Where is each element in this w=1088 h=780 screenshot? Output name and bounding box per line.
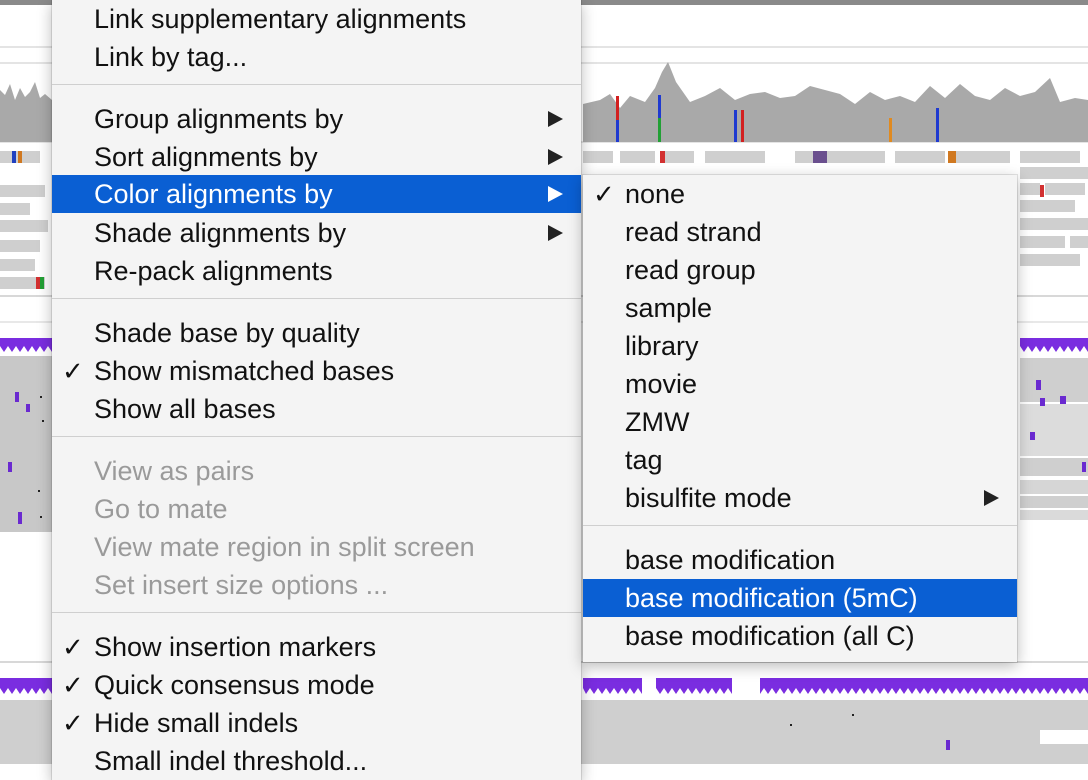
- menu-item-label: tag: [625, 445, 663, 475]
- menu-item-link-supplementary-alignments[interactable]: Link supplementary alignments: [52, 0, 581, 38]
- submenu-item-tag[interactable]: tag: [583, 441, 1017, 479]
- submenu-arrow-icon: [548, 149, 563, 165]
- menu-item-label: Color alignments by: [94, 179, 333, 209]
- submenu-item-read-strand[interactable]: read strand: [583, 213, 1017, 251]
- menu-item-go-to-mate: Go to mate: [52, 490, 581, 528]
- menu-item-label: base modification (5mC): [625, 583, 918, 613]
- menu-item-label: movie: [625, 369, 698, 399]
- submenu-item-bisulfite-mode[interactable]: bisulfite mode: [583, 479, 1017, 517]
- menu-item-link-by-tag[interactable]: Link by tag...: [52, 38, 581, 76]
- submenu-arrow-icon: [984, 490, 999, 506]
- menu-item-show-insertion-markers[interactable]: ✓ Show insertion markers: [52, 628, 581, 666]
- checkmark-icon: ✓: [62, 632, 84, 662]
- menu-item-view-mate-region-split-screen: View mate region in split screen: [52, 528, 581, 566]
- menu-item-label: Group alignments by: [94, 104, 344, 134]
- menu-item-label: read group: [625, 255, 756, 285]
- checkmark-icon: ✓: [62, 670, 84, 700]
- menu-item-label: Show all bases: [94, 394, 276, 424]
- menu-item-group-alignments-by[interactable]: Group alignments by: [52, 100, 581, 138]
- menu-item-label: Show insertion markers: [94, 632, 377, 662]
- submenu-item-zmw[interactable]: ZMW: [583, 403, 1017, 441]
- color-alignments-by-submenu: ✓ none read strand read group sample lib…: [583, 175, 1017, 662]
- menu-item-label: Go to mate: [94, 494, 228, 524]
- submenu-item-none[interactable]: ✓ none: [583, 175, 1017, 213]
- submenu-item-sample[interactable]: sample: [583, 289, 1017, 327]
- menu-item-label: Shade alignments by: [94, 218, 347, 248]
- menu-item-label: Re-pack alignments: [94, 256, 333, 286]
- submenu-item-base-modification-all-c[interactable]: base modification (all C): [583, 617, 1017, 655]
- submenu-item-read-group[interactable]: read group: [583, 251, 1017, 289]
- menu-separator: [52, 436, 581, 437]
- submenu-item-library[interactable]: library: [583, 327, 1017, 365]
- submenu-arrow-icon: [548, 225, 563, 241]
- menu-item-label: Shade base by quality: [94, 318, 360, 348]
- menu-item-label: Link supplementary alignments: [94, 4, 467, 34]
- menu-separator: [583, 525, 1017, 526]
- menu-item-label: Set insert size options ...: [94, 570, 389, 600]
- menu-item-show-all-bases[interactable]: Show all bases: [52, 390, 581, 428]
- menu-item-label: Hide small indels: [94, 708, 299, 738]
- menu-item-label: base modification: [625, 545, 836, 575]
- submenu-arrow-icon: [548, 186, 563, 202]
- menu-item-label: Link by tag...: [94, 42, 248, 72]
- menu-item-label: bisulfite mode: [625, 483, 792, 513]
- submenu-item-base-modification[interactable]: base modification: [583, 541, 1017, 579]
- menu-item-color-alignments-by[interactable]: Color alignments by: [52, 175, 581, 213]
- submenu-item-movie[interactable]: movie: [583, 365, 1017, 403]
- checkmark-icon: ✓: [62, 356, 84, 386]
- menu-item-label: sample: [625, 293, 713, 323]
- submenu-item-base-modification-5mc[interactable]: base modification (5mC): [583, 579, 1017, 617]
- checkmark-icon: ✓: [593, 179, 615, 209]
- menu-item-re-pack-alignments[interactable]: Re-pack alignments: [52, 252, 581, 290]
- menu-item-view-as-pairs: View as pairs: [52, 452, 581, 490]
- menu-item-quick-consensus-mode[interactable]: ✓ Quick consensus mode: [52, 666, 581, 704]
- menu-item-sort-alignments-by[interactable]: Sort alignments by: [52, 138, 581, 176]
- menu-item-set-insert-size-options: Set insert size options ...: [52, 566, 581, 604]
- menu-item-label: View mate region in split screen: [94, 532, 475, 562]
- menu-item-label: read strand: [625, 217, 762, 247]
- submenu-arrow-icon: [548, 111, 563, 127]
- menu-separator: [52, 84, 581, 85]
- menu-item-label: Sort alignments by: [94, 142, 318, 172]
- menu-item-label: Show mismatched bases: [94, 356, 395, 386]
- menu-item-label: none: [625, 179, 686, 209]
- menu-item-label: base modification (all C): [625, 621, 915, 651]
- menu-item-shade-base-by-quality[interactable]: Shade base by quality: [52, 314, 581, 352]
- menu-item-shade-alignments-by[interactable]: Shade alignments by: [52, 214, 581, 252]
- menu-item-small-indel-threshold[interactable]: Small indel threshold...: [52, 742, 581, 780]
- menu-item-show-mismatched-bases[interactable]: ✓ Show mismatched bases: [52, 352, 581, 390]
- menu-item-hide-small-indels[interactable]: ✓ Hide small indels: [52, 704, 581, 742]
- alignment-context-menu: Link supplementary alignments Link by ta…: [52, 0, 581, 780]
- menu-item-label: Small indel threshold...: [94, 746, 368, 776]
- checkmark-icon: ✓: [62, 708, 84, 738]
- menu-item-label: View as pairs: [94, 456, 255, 486]
- menu-separator: [52, 298, 581, 299]
- menu-item-label: Quick consensus mode: [94, 670, 375, 700]
- menu-item-label: library: [625, 331, 699, 361]
- menu-separator: [52, 612, 581, 613]
- menu-item-label: ZMW: [625, 407, 690, 437]
